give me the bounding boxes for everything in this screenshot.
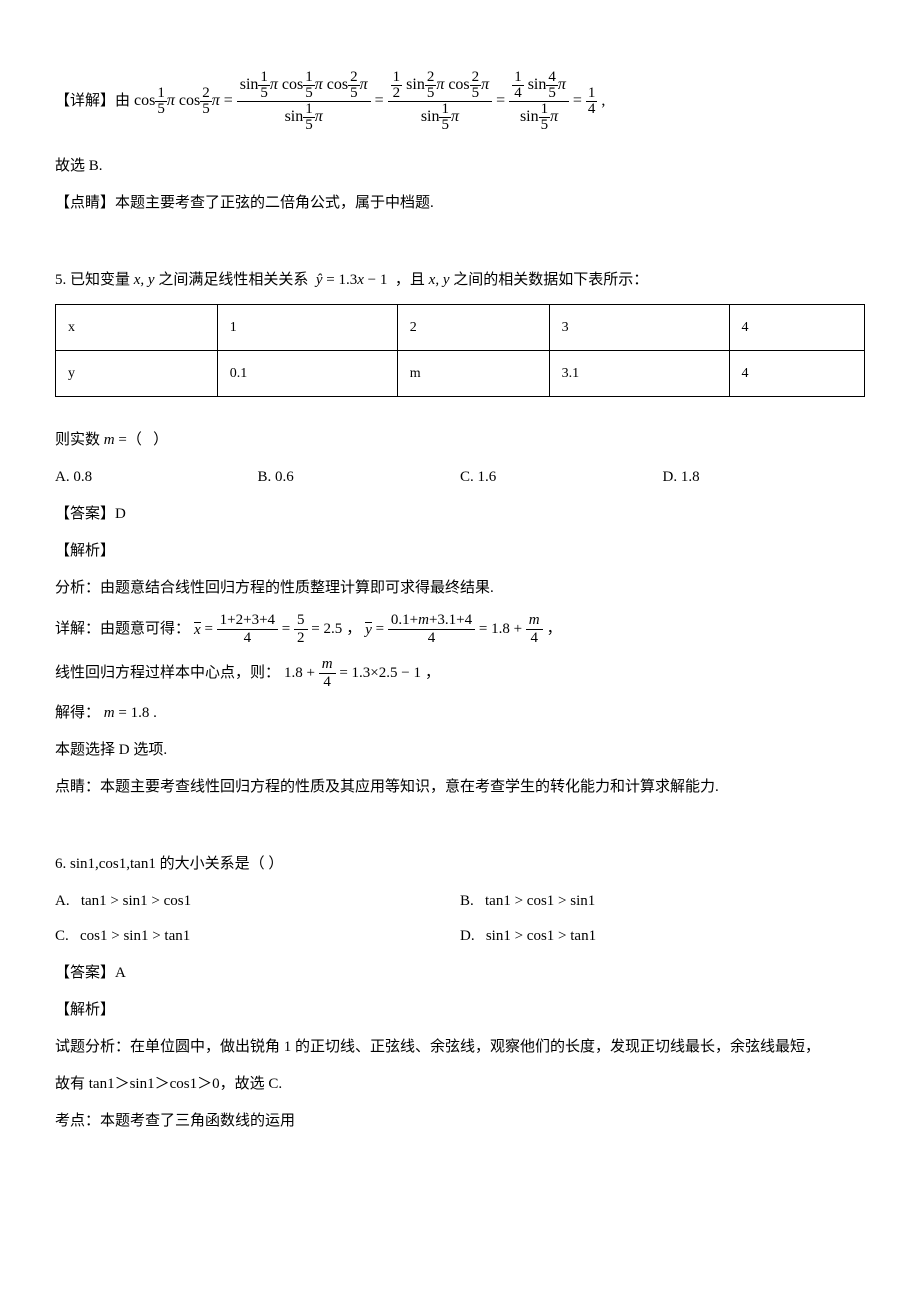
cell: 3.1 — [549, 351, 729, 397]
q6-fenxi2: 故有 tan1＞sin1＞cos1＞0，故选 C. — [55, 1071, 865, 1098]
q4-equation: cos15π cos25π = sin15π cos15π cos25π sin… — [134, 70, 605, 133]
q6-choice-c: C. cos1 > sin1 > tan1 — [55, 923, 460, 950]
q5-jiexi: 【解析】 — [55, 538, 865, 565]
cell: 4 — [729, 351, 864, 397]
q5-xy-2: x, y — [429, 272, 450, 288]
cell: 0.1 — [217, 351, 397, 397]
q5-detail-prefix: 详解：由题意可得： — [55, 616, 190, 643]
q4-note: 【点睛】本题主要考查了正弦的二倍角公式，属于中档题. — [55, 190, 865, 217]
q6-jiexi: 【解析】 — [55, 997, 865, 1024]
q5-solve-prefix: 解得： — [55, 705, 100, 721]
q5-xbar-eq: x = 1+2+3+44 = 52 = 2.5 — [194, 612, 342, 646]
q4-conclusion: 故选 B. — [55, 153, 865, 180]
q5-center-eq: 1.8 + m4 = 1.3×2.5 − 1 — [284, 656, 421, 690]
q6-choices-row1: A. tan1 > sin1 > cos1 B. tan1 > cos1 > s… — [55, 888, 865, 915]
q5-m-var: m — [104, 432, 115, 448]
q5-solve: 解得： m = 1.8 . — [55, 700, 865, 727]
cell: 2 — [397, 305, 549, 351]
q5-stem-c: ，且 — [395, 272, 425, 288]
q5-ybar-eq: y = 0.1+m+3.1+44 = 1.8 + m4 — [365, 612, 542, 646]
q5-detail-line1: 详解：由题意可得： x = 1+2+3+44 = 52 = 2.5 ， y = … — [55, 612, 865, 646]
q6-stem: 6. sin1,cos1,tan1 的大小关系是（ ） — [55, 851, 865, 878]
q5-line2-prefix: 线性回归方程过样本中心点，则： — [55, 660, 280, 687]
q5-dianjing: 点睛：本题主要考查线性回归方程的性质及其应用等知识，意在考查学生的转化能力和计算… — [55, 774, 865, 801]
q5-stem-b: 之间满足线性相关关系 — [158, 272, 308, 288]
q6-choices-row2: C. cos1 > sin1 > tan1 D. sin1 > cos1 > t… — [55, 923, 865, 950]
q4-detail-prefix: 【详解】由 — [55, 88, 130, 115]
table-row: y 0.1 m 3.1 4 — [56, 351, 865, 397]
q5-stem: 5. 已知变量 x, y 之间满足线性相关关系 ŷ = 1.3x − 1 ，且 … — [55, 267, 865, 294]
q5-choice-b: B. 0.6 — [258, 464, 461, 491]
q5-choice-d: D. 1.8 — [663, 464, 866, 491]
q5-data-table: x 1 2 3 4 y 0.1 m 3.1 4 — [55, 304, 865, 397]
q5-detail-line2: 线性回归方程过样本中心点，则： 1.8 + m4 = 1.3×2.5 − 1 ， — [55, 656, 865, 690]
q5-fenxi: 分析：由题意结合线性回归方程的性质整理计算即可求得最终结果. — [55, 575, 865, 602]
q6-fenxi1: 试题分析：在单位圆中，做出锐角 1 的正切线、正弦线、余弦线，观察他们的长度，发… — [55, 1034, 865, 1061]
q6-kaodian: 考点：本题考查了三角函数线的运用 — [55, 1108, 865, 1135]
q5-choices: A. 0.8 B. 0.6 C. 1.6 D. 1.8 — [55, 464, 865, 491]
q6-choice-a: A. tan1 > sin1 > cos1 — [55, 888, 460, 915]
q5-then-text: 则实数 — [55, 432, 100, 448]
cell: 3 — [549, 305, 729, 351]
q6-choice-d: D. sin1 > cos1 > tan1 — [460, 923, 596, 950]
q5-line2-suffix: ， — [425, 660, 440, 687]
q5-answer: 【答案】D — [55, 501, 865, 528]
cell: 1 — [217, 305, 397, 351]
q5-then: 则实数 m =（ ） — [55, 427, 865, 454]
cell: m — [397, 351, 549, 397]
q4-detail-equation: 【详解】由 cos15π cos25π = sin15π cos15π cos2… — [55, 70, 865, 133]
q5-solve-dot: . — [153, 705, 157, 721]
cell-y-label: y — [56, 351, 218, 397]
q5-stem-a: 5. 已知变量 — [55, 272, 130, 288]
q5-pick: 本题选择 D 选项. — [55, 737, 865, 764]
q5-choice-a: A. 0.8 — [55, 464, 258, 491]
q5-choice-c: C. 1.6 — [460, 464, 663, 491]
q5-stem-d: 之间的相关数据如下表所示： — [453, 272, 648, 288]
cell-x-label: x — [56, 305, 218, 351]
table-row: x 1 2 3 4 — [56, 305, 865, 351]
q6-answer: 【答案】A — [55, 960, 865, 987]
q6-choice-b: B. tan1 > cos1 > sin1 — [460, 888, 595, 915]
q5-xy-1: x, y — [134, 272, 155, 288]
q5-solve-eq: m = 1.8 — [104, 705, 150, 721]
q5-regression-eq: ŷ = 1.3x − 1 — [312, 272, 391, 288]
cell: 4 — [729, 305, 864, 351]
